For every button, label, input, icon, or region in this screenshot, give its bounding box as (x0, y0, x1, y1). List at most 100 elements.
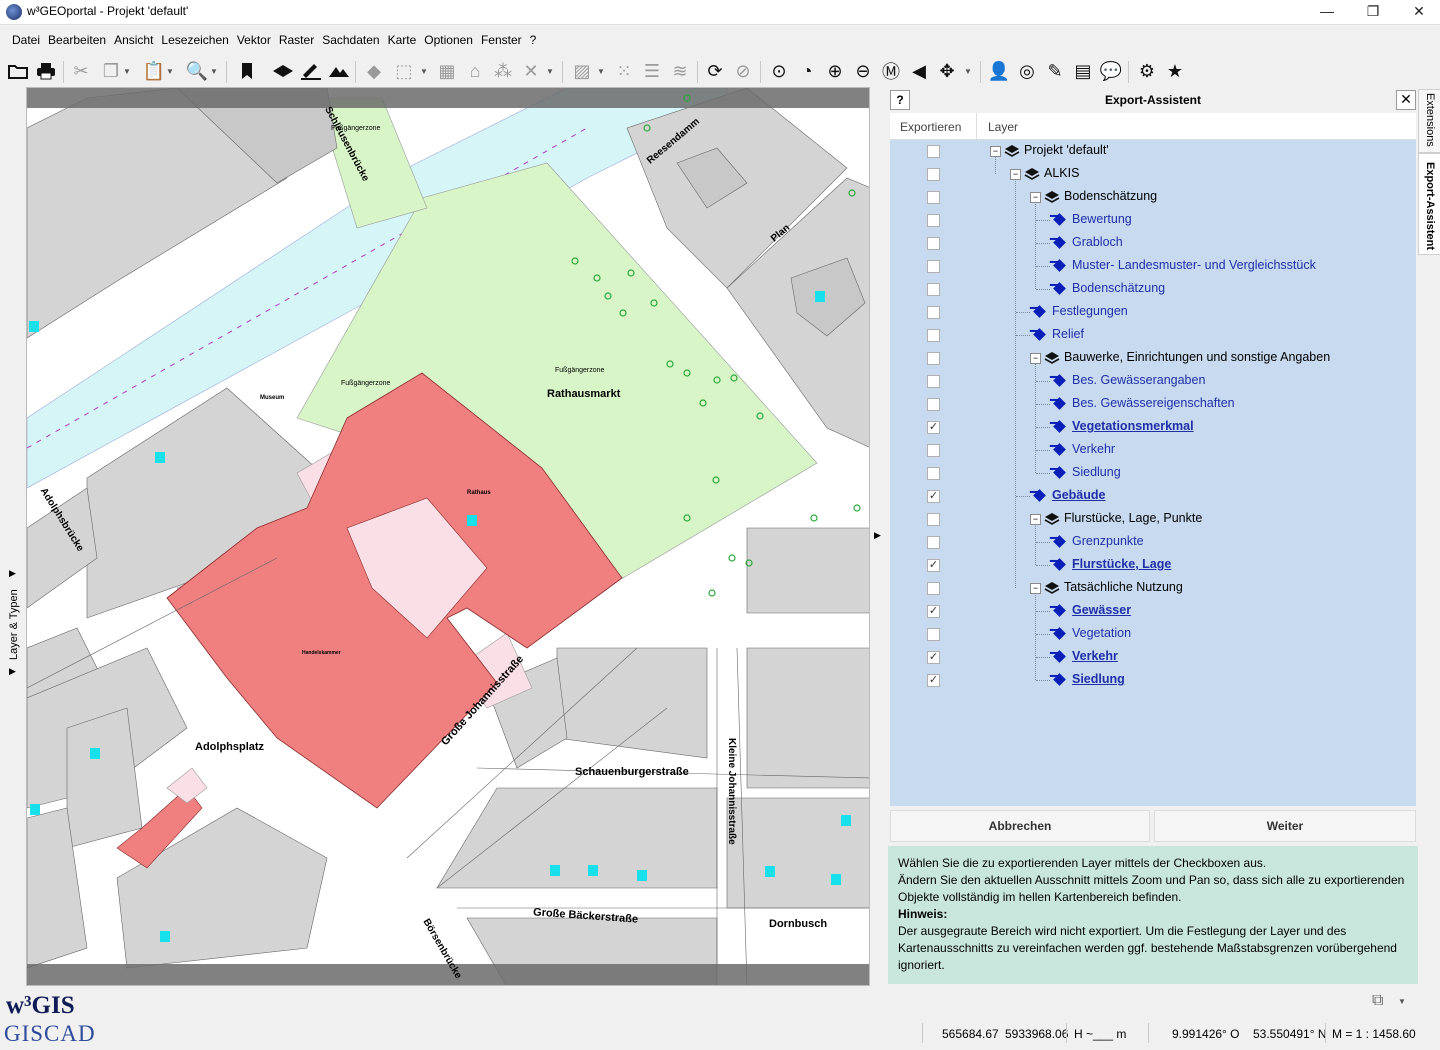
maximize-button[interactable]: ❐ (1350, 0, 1396, 24)
expand-arrow-icon[interactable]: ▶ (9, 666, 16, 677)
tree-row[interactable]: − Projekt 'default' (890, 140, 1416, 163)
menu-bearbeiten[interactable]: Bearbeiten (44, 30, 110, 47)
back-icon[interactable]: ◀ (908, 60, 930, 82)
tree-row[interactable]: − Flurstücke, Lage, Punkte (890, 508, 1416, 531)
delete-feature-icon[interactable]: ✕ (520, 60, 542, 82)
comment-icon[interactable]: 💬 (1100, 60, 1122, 82)
layer-label[interactable]: Projekt 'default' (1024, 143, 1109, 157)
export-checkbox[interactable] (927, 352, 940, 365)
cancel-button[interactable]: Abbrechen (890, 810, 1150, 842)
menu-vektor[interactable]: Vektor (233, 30, 275, 47)
menu-optionen[interactable]: Optionen (420, 30, 477, 47)
star-icon[interactable]: ★ (1164, 60, 1186, 82)
vector-layer-icon[interactable] (272, 60, 294, 82)
export-checkbox[interactable]: ✓ (927, 605, 940, 618)
tree-row[interactable]: Verkehr (890, 439, 1416, 462)
layer-label[interactable]: Festlegungen (1052, 304, 1128, 318)
export-checkbox[interactable] (927, 444, 940, 457)
gear-icon[interactable]: ⚙ (1136, 60, 1158, 82)
layer-label[interactable]: Verkehr (1072, 442, 1115, 456)
tree-row[interactable]: Bes. Gewässerangaben (890, 370, 1416, 393)
dots-icon[interactable]: ⁙ (613, 60, 635, 82)
refresh-icon[interactable]: ⟳ (704, 60, 726, 82)
export-checkbox[interactable]: ✓ (927, 651, 940, 664)
bookmark-icon[interactable] (236, 60, 258, 82)
layer-label[interactable]: Vegetationsmerkmal (1072, 419, 1194, 433)
close-window-button[interactable]: ✕ (1396, 0, 1440, 24)
layer-label[interactable]: Bodenschätzung (1064, 189, 1157, 203)
tree-row[interactable]: Bewertung (890, 209, 1416, 232)
layer-label[interactable]: Vegetation (1072, 626, 1131, 640)
export-checkbox[interactable] (927, 582, 940, 595)
layer-label[interactable]: Muster- Landesmuster- und Vergleichsstüc… (1072, 258, 1316, 272)
pan-icon[interactable]: ✥ (936, 60, 958, 82)
export-checkbox[interactable] (927, 168, 940, 181)
layer-label[interactable]: Bauwerke, Einrichtungen und sonstige Ang… (1064, 350, 1330, 364)
zoom-out-icon[interactable]: ⊖ (852, 60, 874, 82)
tree-row[interactable]: ✓ Gebäude (890, 485, 1416, 508)
tree-row[interactable]: ✓ Flurstücke, Lage (890, 554, 1416, 577)
windows-stack-icon[interactable]: ⧉ (1372, 992, 1383, 1010)
layer-label[interactable]: Siedlung (1072, 672, 1125, 686)
export-checkbox[interactable] (927, 145, 940, 158)
next-button[interactable]: Weiter (1154, 810, 1416, 842)
layer-label[interactable]: Relief (1052, 327, 1084, 341)
copy-icon[interactable]: ❐ (100, 60, 122, 82)
tree-row[interactable]: − Bodenschätzung (890, 186, 1416, 209)
menu-karte[interactable]: Karte (384, 30, 421, 47)
export-checkbox[interactable] (927, 628, 940, 641)
layer-label[interactable]: Bes. Gewässerangaben (1072, 373, 1205, 387)
export-checkbox[interactable] (927, 467, 940, 480)
close-panel-button[interactable]: ✕ (1396, 90, 1416, 110)
menu-lesezeichen[interactable]: Lesezeichen (157, 30, 232, 47)
map-canvas[interactable]: Rathausmarkt Adolphsplatz Rathaus Handel… (26, 87, 870, 986)
tree-row[interactable]: ✓ Vegetationsmerkmal (890, 416, 1416, 439)
edit-icon[interactable]: ✎ (1044, 60, 1066, 82)
layer-types-tab[interactable]: ▶ Layer & Typen ▶ (0, 86, 24, 986)
export-checkbox[interactable] (927, 214, 940, 227)
tab-export-assistant[interactable]: Export-Assistent (1418, 153, 1440, 255)
layer-label[interactable]: Gewässer (1072, 603, 1131, 617)
export-checkbox[interactable] (927, 536, 940, 549)
layer-label[interactable]: ALKIS (1044, 166, 1079, 180)
cut-icon[interactable]: ✂ (70, 60, 92, 82)
tree-row[interactable]: − Tatsächliche Nutzung (890, 577, 1416, 600)
target-icon[interactable]: ◎ (1016, 60, 1038, 82)
paste-icon[interactable]: 📋 (143, 60, 165, 82)
menu-datei[interactable]: Datei (8, 30, 44, 47)
stack-layers-icon[interactable]: ≋ (669, 60, 691, 82)
export-checkbox[interactable]: ✓ (927, 559, 940, 572)
zoom-previous-icon[interactable]: ◔ (796, 60, 818, 82)
layer-label[interactable]: Siedlung (1072, 465, 1121, 479)
menu-ansicht[interactable]: Ansicht (110, 30, 157, 47)
export-checkbox[interactable]: ✓ (927, 490, 940, 503)
select-area-icon[interactable]: ⬚ (393, 60, 415, 82)
column-export[interactable]: Exportieren (900, 120, 961, 134)
group-icon[interactable]: ⁂ (492, 60, 514, 82)
export-checkbox[interactable] (927, 375, 940, 388)
layer-label[interactable]: Gebäude (1052, 488, 1106, 502)
expand-arrow-icon[interactable]: ▶ (9, 568, 16, 579)
tree-row[interactable]: ✓ Verkehr (890, 646, 1416, 669)
terrain-icon[interactable] (328, 60, 350, 82)
user-icon[interactable]: 👤 (988, 60, 1010, 82)
export-checkbox[interactable] (927, 513, 940, 526)
export-checkbox[interactable] (927, 283, 940, 296)
layer-label[interactable]: Bewertung (1072, 212, 1132, 226)
tree-row[interactable]: Vegetation (890, 623, 1416, 646)
tree-row[interactable]: Festlegungen (890, 301, 1416, 324)
layer-label[interactable]: Flurstücke, Lage (1072, 557, 1171, 571)
search-icon[interactable]: 🔍 (186, 60, 208, 82)
tree-row[interactable]: ✓ Siedlung (890, 669, 1416, 692)
layer-label[interactable]: Grenzpunkte (1072, 534, 1144, 548)
layer-label[interactable]: Bes. Gewässereigenschaften (1072, 396, 1235, 410)
select-node-icon[interactable]: ◆ (363, 60, 385, 82)
tree-row[interactable]: − ALKIS (890, 163, 1416, 186)
menu-help[interactable]: ? (526, 30, 541, 47)
zoom-extent-icon[interactable]: ⊙ (768, 60, 790, 82)
chevron-down-icon[interactable]: ▼ (1398, 997, 1406, 1006)
layer-label[interactable]: Flurstücke, Lage, Punkte (1064, 511, 1202, 525)
export-checkbox[interactable] (927, 237, 940, 250)
tree-row[interactable]: Muster- Landesmuster- und Vergleichsstüc… (890, 255, 1416, 278)
layer-label[interactable]: Bodenschätzung (1072, 281, 1165, 295)
